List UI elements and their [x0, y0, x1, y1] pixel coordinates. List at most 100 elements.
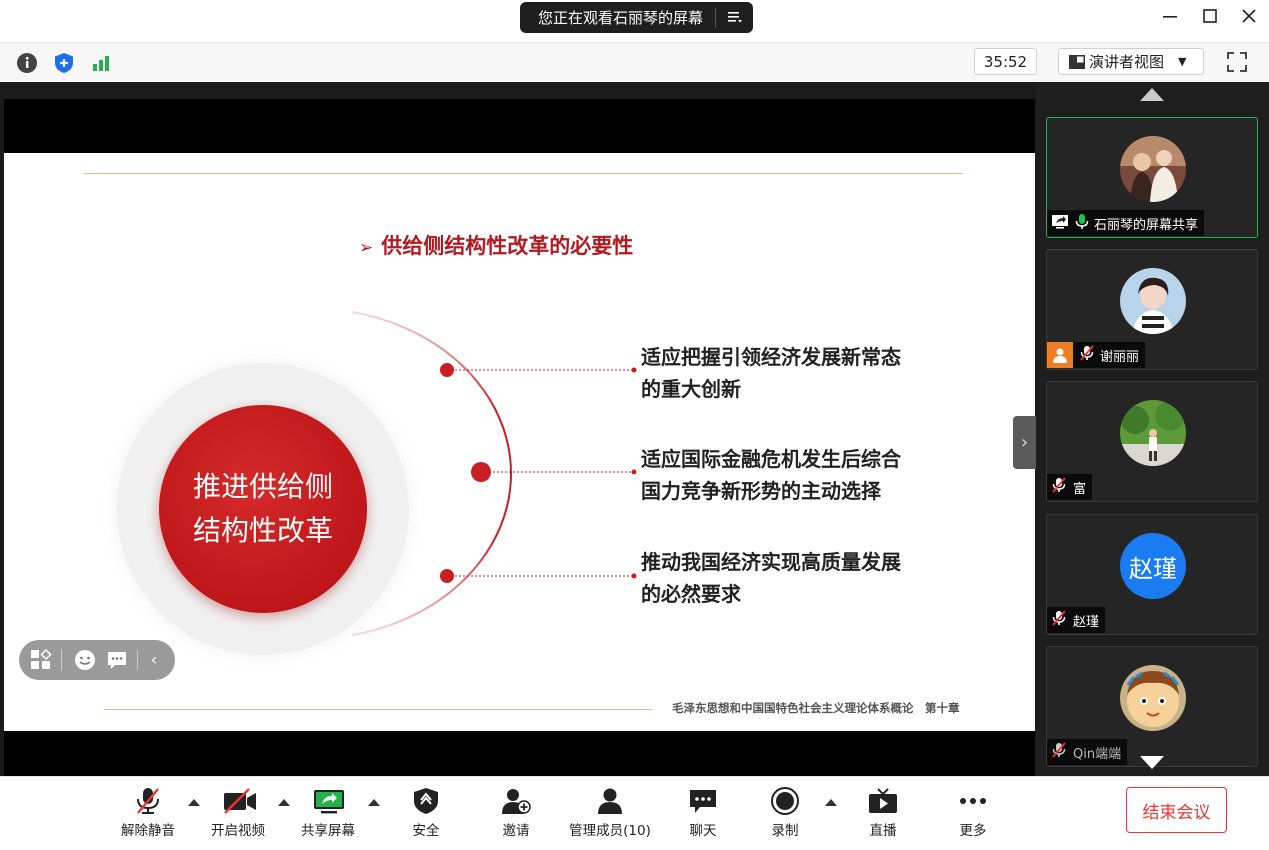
emoji-icon[interactable] — [74, 649, 96, 671]
reason-1-line-1: 适应把握引领经济发展新常态 — [641, 345, 901, 369]
unmute-label: 解除静音 — [121, 823, 175, 839]
divider — [137, 650, 138, 670]
divider — [61, 650, 62, 670]
record-button[interactable]: 录制 — [745, 785, 825, 841]
security-button[interactable]: 安全 — [386, 785, 466, 841]
participant-tile[interactable]: Qin端端 — [1046, 646, 1258, 767]
share-screen-label: 共享屏幕 — [301, 823, 355, 839]
mic-muted-icon — [133, 787, 163, 815]
unmute-button[interactable]: 解除静音 — [108, 785, 188, 841]
participant-tile[interactable]: 谢丽丽 — [1046, 249, 1258, 370]
live-label: 直播 — [869, 823, 897, 839]
end-meeting-button[interactable]: 结束会议 — [1126, 787, 1227, 833]
more-label: 更多 — [959, 823, 987, 839]
avatar — [1120, 665, 1186, 731]
view-mode-label: 演讲者视图 — [1089, 53, 1165, 71]
reason-1-line-2: 的重大创新 — [641, 377, 741, 401]
chat-button[interactable]: 聊天 — [663, 785, 743, 841]
participant-tile[interactable]: 赵瑾 赵瑾 — [1046, 514, 1258, 635]
invite-label: 邀请 — [502, 823, 530, 839]
floating-toolbar: ‹ — [19, 640, 175, 680]
avatar — [1120, 400, 1186, 466]
participant-name: 谢丽丽 — [1100, 349, 1140, 365]
avatar — [1120, 136, 1186, 202]
invite-user-icon — [501, 787, 531, 815]
participant-tile[interactable]: 富 — [1046, 381, 1258, 502]
participant-nameplate: 富 — [1047, 474, 1093, 500]
live-icon — [868, 787, 898, 815]
participant-name: 石丽琴的屏幕共享 — [1094, 217, 1199, 233]
chat-icon — [688, 787, 718, 815]
screen-share-icon — [1051, 214, 1069, 233]
title-bar: 您正在观看石丽琴的屏幕 — [0, 0, 1269, 42]
mic-on-icon — [1075, 213, 1089, 234]
avatar-initials: 赵瑾 — [1120, 533, 1186, 599]
record-options-caret[interactable] — [825, 799, 837, 806]
fullscreen-icon[interactable] — [1225, 50, 1249, 74]
mic-muted-icon — [1051, 477, 1067, 497]
signal-icon[interactable] — [89, 51, 113, 75]
share-screen-button[interactable]: 共享屏幕 — [288, 785, 368, 841]
layout-icon — [1069, 54, 1085, 70]
chat-label: 聊天 — [689, 823, 717, 839]
participant-nameplate: 赵瑾 — [1047, 607, 1106, 633]
reason-3-line-2: 的必然要求 — [641, 582, 741, 606]
reason-item-3: 推动我国经济实现高质量发展 的必然要求 — [641, 546, 901, 610]
chat-icon[interactable] — [106, 649, 128, 671]
record-label: 录制 — [771, 823, 799, 839]
letterbox-bottom — [4, 731, 1035, 776]
minimize-icon[interactable] — [1156, 8, 1184, 29]
reason-3-line-1: 推动我国经济实现高质量发展 — [641, 550, 901, 574]
meeting-timer: 35:52 — [974, 48, 1037, 75]
share-options-caret[interactable] — [368, 799, 380, 806]
chevron-down-icon: ▼ — [1178, 55, 1187, 68]
reason-2-line-1: 适应国际金融危机发生后综合 — [641, 447, 901, 471]
chevron-left-icon[interactable]: ‹ — [143, 649, 165, 671]
sharing-banner-text: 您正在观看石丽琴的屏幕 — [537, 9, 703, 27]
record-icon — [770, 787, 800, 815]
meeting-window: 您正在观看石丽琴的屏幕 35:52 演讲者视图 ▼ ➢ 供给侧结构性改革的必要性… — [0, 0, 1269, 850]
live-button[interactable]: 直播 — [843, 785, 923, 841]
share-screen-icon — [313, 787, 344, 815]
invite-button[interactable]: 邀请 — [476, 785, 556, 841]
manage-members-button[interactable]: 管理成员(10) — [560, 785, 660, 841]
participant-nameplate: 谢丽丽 — [1047, 342, 1146, 368]
list-menu-icon[interactable] — [716, 8, 753, 27]
start-video-label: 开启视频 — [211, 823, 265, 839]
participant-tile[interactable]: 石丽琴的屏幕共享 — [1046, 117, 1258, 238]
scroll-up-icon[interactable] — [1140, 88, 1164, 101]
mic-muted-icon — [1079, 345, 1095, 365]
close-icon[interactable] — [1235, 8, 1263, 29]
camera-off-icon — [223, 787, 256, 815]
chevron-right-icon: › — [1020, 432, 1029, 453]
participant-name: Qin端端 — [1073, 746, 1122, 762]
mic-muted-icon — [1051, 742, 1067, 762]
collapse-panel-button[interactable]: › — [1013, 416, 1036, 469]
start-video-button[interactable]: 开启视频 — [198, 785, 278, 841]
reason-2-line-2: 国力竞争新形势的主动选择 — [641, 479, 881, 503]
slide-bottom-rule — [104, 709, 652, 710]
sharing-banner[interactable]: 您正在观看石丽琴的屏幕 — [520, 2, 753, 33]
more-icon — [958, 787, 988, 815]
reason-item-1: 适应把握引领经济发展新常态 的重大创新 — [641, 341, 901, 405]
meeting-toolbar: 35:52 演讲者视图 ▼ — [0, 42, 1269, 82]
letterbox-top — [4, 99, 1035, 153]
view-mode-dropdown[interactable]: 演讲者视图 ▼ — [1058, 48, 1204, 75]
avatar — [1120, 268, 1186, 334]
security-shield-icon — [411, 787, 441, 815]
security-shield-icon[interactable] — [52, 51, 76, 75]
members-icon — [595, 787, 625, 815]
layout-grid-icon[interactable] — [30, 648, 52, 671]
mic-muted-icon — [1051, 610, 1067, 630]
host-icon — [1047, 342, 1073, 368]
participant-name: 赵瑾 — [1073, 614, 1100, 630]
scroll-down-icon[interactable] — [1140, 756, 1164, 769]
reason-item-2: 适应国际金融危机发生后综合 国力竞争新形势的主动选择 — [641, 443, 901, 507]
info-icon[interactable] — [15, 51, 39, 75]
participant-name: 富 — [1073, 481, 1087, 497]
security-label: 安全 — [412, 823, 440, 839]
bottom-control-bar: 解除静音 开启视频 共享屏幕 安全 邀请 管理成员(10) 聊天 录制 直播 更… — [0, 776, 1269, 850]
maximize-icon[interactable] — [1196, 8, 1224, 29]
more-button[interactable]: 更多 — [933, 785, 1013, 841]
participant-nameplate: Qin端端 — [1047, 739, 1128, 765]
